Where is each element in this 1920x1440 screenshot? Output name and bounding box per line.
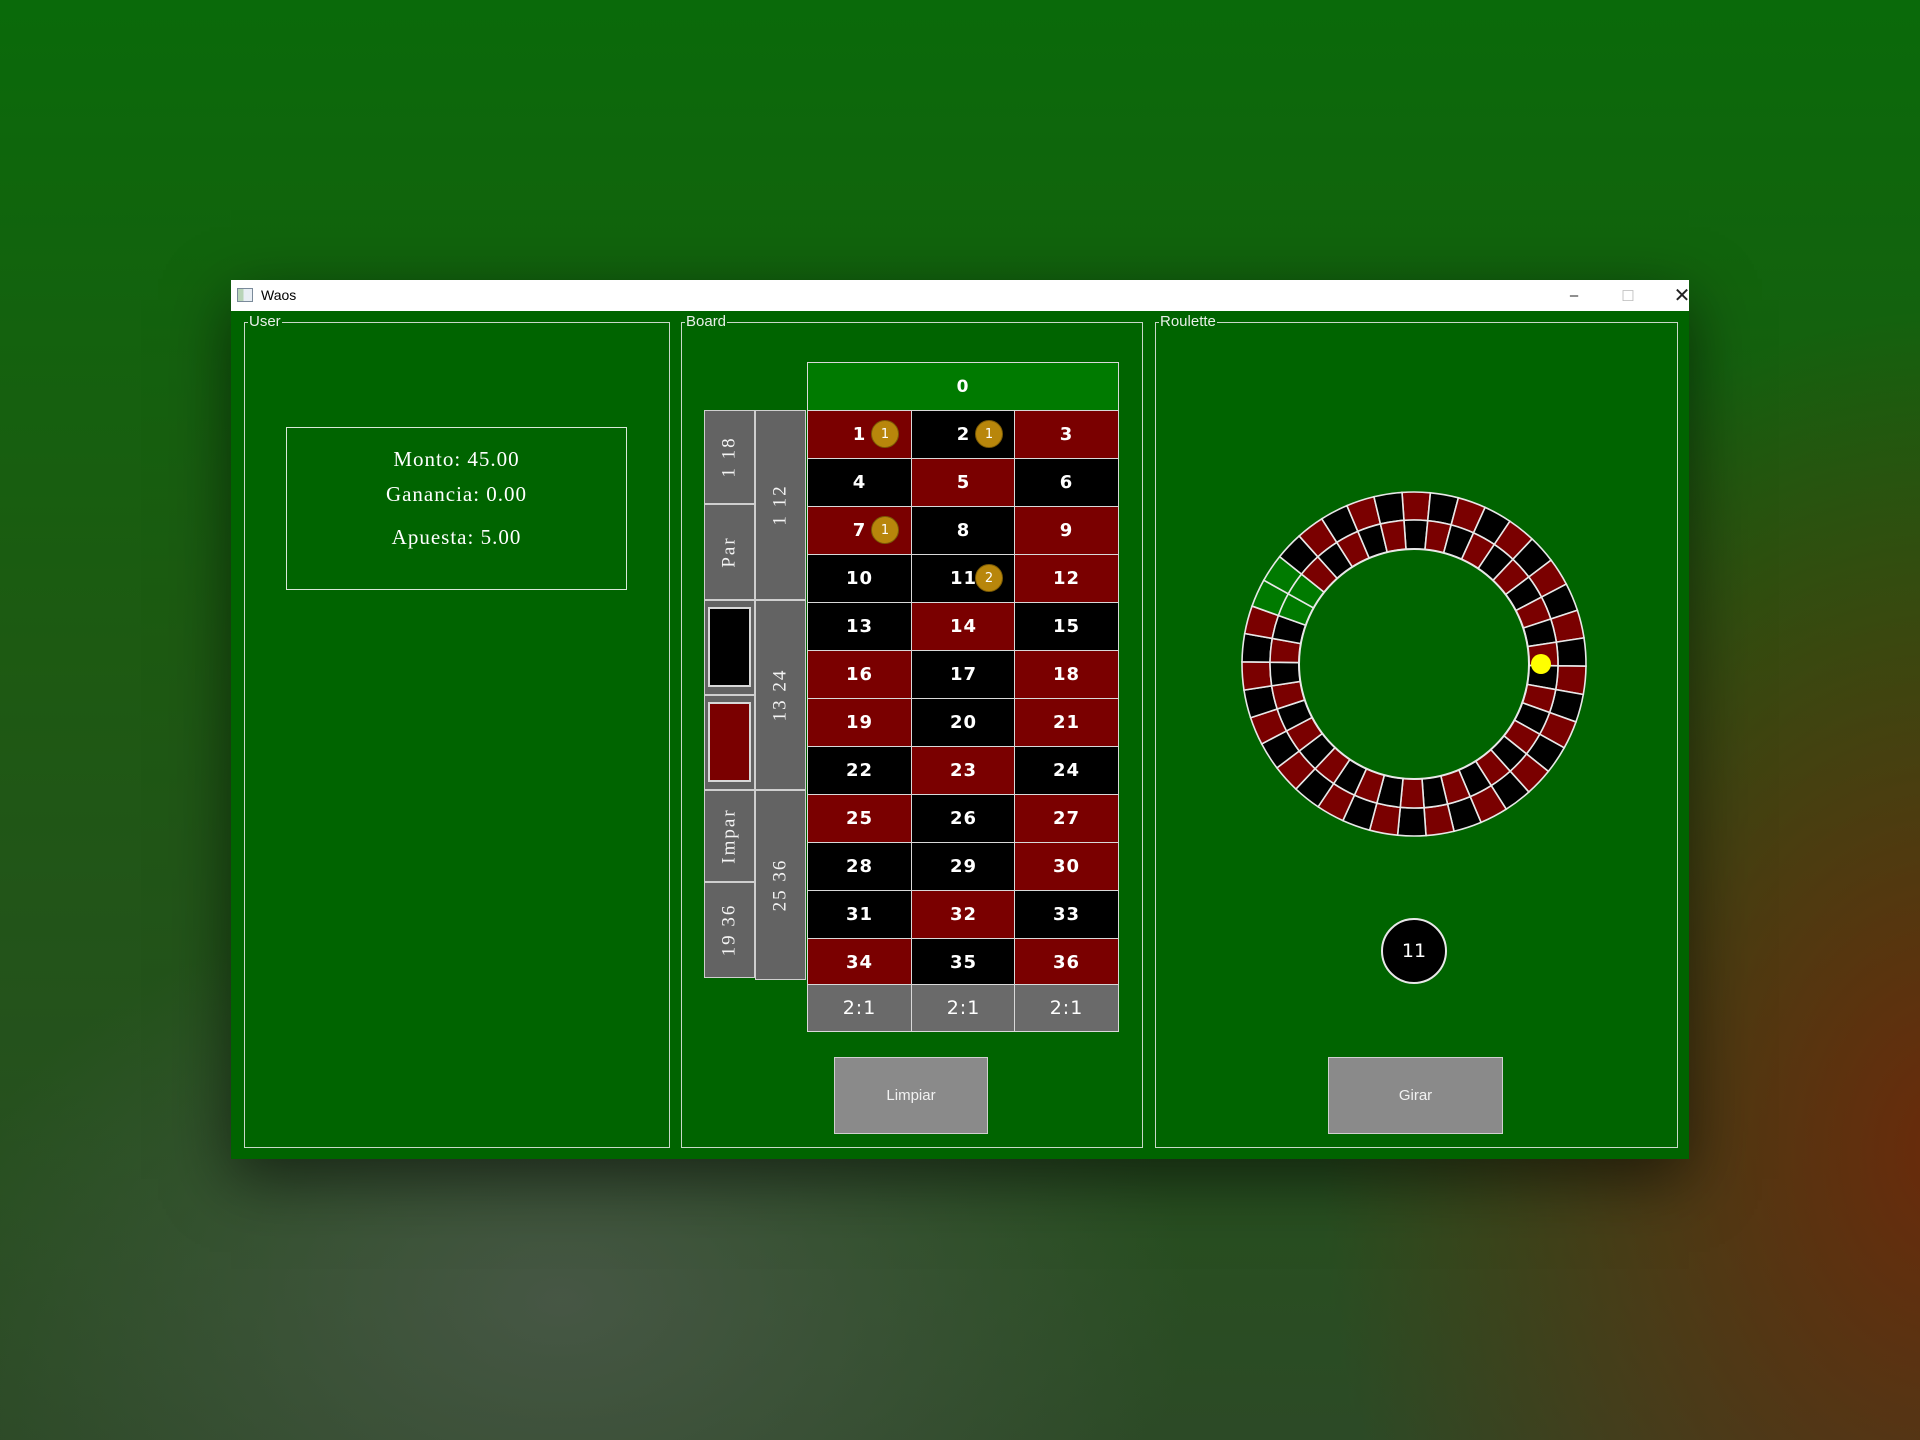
minimize-icon[interactable]: – (1551, 280, 1597, 311)
dozen-label-2: 13 24 (769, 668, 791, 722)
outside-bet-red[interactable] (704, 695, 755, 790)
wheel-outer-pocket (1555, 636, 1587, 668)
number-cell-4[interactable]: 4 (807, 458, 912, 507)
number-cell-33[interactable]: 33 (1014, 890, 1119, 939)
number-cell-25[interactable]: 25 (807, 794, 912, 843)
number-cell-19[interactable]: 19 (807, 698, 912, 747)
roulette-wheel (1241, 491, 1587, 837)
title-bar: Waos – ☐ ✕ (231, 280, 1690, 311)
bet-chip-2: 1 (975, 420, 1003, 448)
number-cell-29[interactable]: 29 (911, 842, 1016, 891)
wheel-outer-pocket (1401, 491, 1432, 522)
bet-chip-11: 2 (975, 564, 1003, 592)
column-bet-3[interactable]: 2:1 (1014, 984, 1119, 1032)
app-icon (237, 288, 253, 302)
clear-button[interactable]: Limpiar (834, 1057, 988, 1134)
column-bet-1[interactable]: 2:1 (807, 984, 912, 1032)
user-group-label: User (248, 313, 282, 330)
close-icon[interactable]: ✕ (1659, 280, 1705, 311)
number-cell-13[interactable]: 13 (807, 602, 912, 651)
number-cell-18[interactable]: 18 (1014, 650, 1119, 699)
outside-label-even: Par (718, 536, 740, 568)
wheel-outer-pocket (1396, 806, 1427, 837)
zero-cell[interactable]: 0 (807, 362, 1119, 411)
number-cell-28[interactable]: 28 (807, 842, 912, 891)
result-number: 11 (1381, 918, 1447, 984)
bet-chip-1: 1 (871, 420, 899, 448)
number-cell-15[interactable]: 15 (1014, 602, 1119, 651)
number-cell-27[interactable]: 27 (1014, 794, 1119, 843)
bet-chip-7: 1 (871, 516, 899, 544)
spin-button[interactable]: Girar (1328, 1057, 1503, 1134)
user-stats-box: Monto: 45.00 Ganancia: 0.00 Apuesta: 5.0… (286, 427, 627, 590)
dozen-label-3: 25 36 (769, 858, 791, 912)
number-cell-34[interactable]: 34 (807, 938, 912, 987)
number-cell-6[interactable]: 6 (1014, 458, 1119, 507)
column-bet-2[interactable]: 2:1 (911, 984, 1016, 1032)
roulette-ball (1531, 654, 1551, 674)
number-cell-12[interactable]: 12 (1014, 554, 1119, 603)
number-cell-32[interactable]: 32 (911, 890, 1016, 939)
outside-label-low: 1 18 (718, 436, 740, 478)
outside-label-odd: Impar (718, 808, 740, 864)
dozen-label-1: 1 12 (769, 484, 791, 526)
outside-bet-even[interactable]: Par (704, 504, 755, 600)
wheel-center (1298, 548, 1530, 780)
wheel-inner-pocket (1269, 661, 1302, 687)
number-cell-24[interactable]: 24 (1014, 746, 1119, 795)
number-cell-9[interactable]: 9 (1014, 506, 1119, 555)
maximize-icon[interactable]: ☐ (1605, 280, 1651, 311)
number-cell-26[interactable]: 26 (911, 794, 1016, 843)
number-cell-14[interactable]: 14 (911, 602, 1016, 651)
number-cell-16[interactable]: 16 (807, 650, 912, 699)
apuesta-label: Apuesta: 5.00 (391, 525, 522, 549)
number-cell-23[interactable]: 23 (911, 746, 1016, 795)
monto-label: Monto: 45.00 (393, 447, 520, 471)
number-cell-21[interactable]: 21 (1014, 698, 1119, 747)
outside-bet-black[interactable] (704, 600, 755, 695)
black-color-swatch (708, 607, 751, 687)
board-group-label: Board (685, 313, 728, 330)
dozen-bet-1[interactable]: 1 12 (755, 410, 806, 600)
window-title: Waos (261, 287, 297, 303)
ganancia-label: Ganancia: 0.00 (385, 482, 528, 506)
number-cell-5[interactable]: 5 (911, 458, 1016, 507)
dozen-bet-3[interactable]: 25 36 (755, 790, 806, 980)
roulette-group-label: Roulette (1159, 313, 1217, 330)
dozen-bet-2[interactable]: 13 24 (755, 600, 806, 790)
outside-bet-odd[interactable]: Impar (704, 790, 755, 882)
wheel-inner-pocket (1399, 777, 1425, 809)
outside-label-high: 19 36 (718, 903, 740, 957)
outside-bet-low[interactable]: 1 18 (704, 410, 755, 504)
number-cell-22[interactable]: 22 (807, 746, 912, 795)
number-cell-3[interactable]: 3 (1014, 410, 1119, 459)
number-cell-17[interactable]: 17 (911, 650, 1016, 699)
wheel-outer-pocket (1241, 660, 1273, 692)
wheel-inner-pocket (1403, 519, 1429, 551)
red-color-swatch (708, 702, 751, 782)
number-cell-35[interactable]: 35 (911, 938, 1016, 987)
number-cell-30[interactable]: 30 (1014, 842, 1119, 891)
number-cell-36[interactable]: 36 (1014, 938, 1119, 987)
number-cell-31[interactable]: 31 (807, 890, 912, 939)
number-cell-20[interactable]: 20 (911, 698, 1016, 747)
number-cell-8[interactable]: 8 (911, 506, 1016, 555)
number-cell-10[interactable]: 10 (807, 554, 912, 603)
outside-bet-high[interactable]: 19 36 (704, 882, 755, 978)
